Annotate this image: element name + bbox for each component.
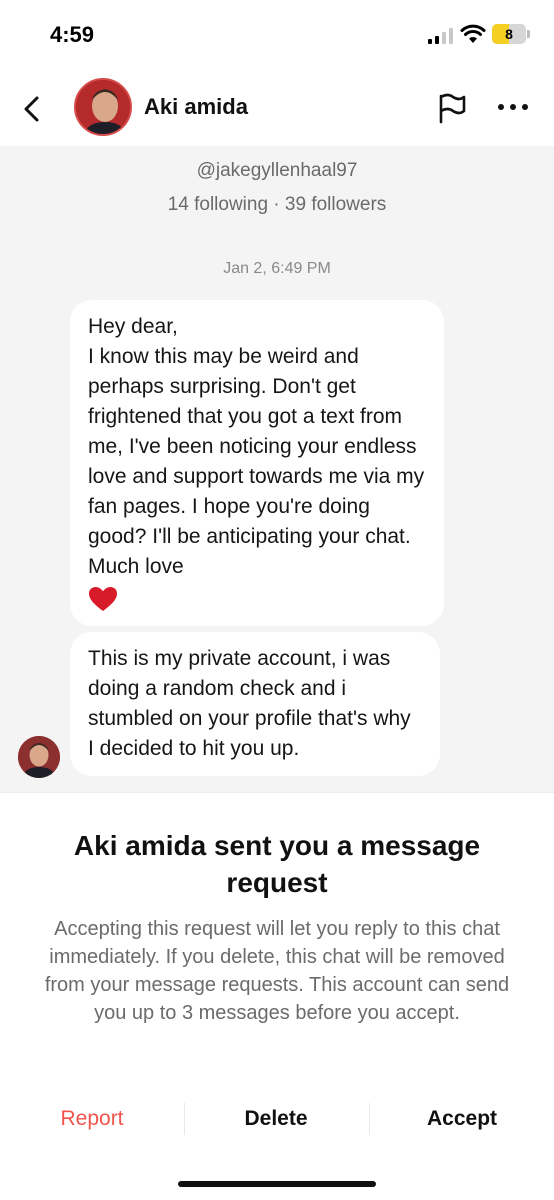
request-description: Accepting this request will let you repl… <box>44 918 510 1024</box>
message-request-sheet: Aki amida sent you a message request Acc… <box>0 792 554 1200</box>
message-text: Hey dear, I know this may be weird and p… <box>88 315 425 578</box>
request-actions: Report Delete Accept <box>0 1099 554 1139</box>
profile-handle[interactable]: @jakegyllenhaal97 <box>0 160 554 182</box>
home-indicator[interactable] <box>178 1181 376 1187</box>
heart-icon <box>89 587 117 611</box>
back-icon[interactable] <box>20 94 44 124</box>
battery-cap <box>527 30 530 38</box>
accept-button[interactable]: Accept <box>370 1099 554 1139</box>
header-name[interactable]: Aki amida <box>144 94 248 120</box>
message-timestamp: Jan 2, 6:49 PM <box>223 260 331 277</box>
delete-button[interactable]: Delete <box>184 1099 368 1139</box>
message-bubble[interactable]: Hey dear, I know this may be weird and p… <box>70 300 444 626</box>
signal-icon <box>428 28 453 44</box>
report-button[interactable]: Report <box>0 1099 184 1139</box>
battery-level: 8 <box>505 26 513 42</box>
message-text: This is my private account, i was doing … <box>88 647 411 760</box>
status-time: 4:59 <box>50 22 95 47</box>
wifi-icon <box>460 24 486 43</box>
flag-icon[interactable] <box>436 92 468 124</box>
chat-header: Aki amida <box>0 72 554 146</box>
request-title: Aki amida sent you a message request <box>73 830 481 898</box>
status-bar: 4:59 8 <box>0 0 554 72</box>
follow-stats: 14 following · 39 followers <box>167 194 387 215</box>
chat-area[interactable]: @jakegyllenhaal97 14 following · 39 foll… <box>0 146 554 792</box>
more-icon[interactable] <box>496 102 530 112</box>
sender-avatar[interactable] <box>18 736 60 778</box>
message-bubble[interactable]: This is my private account, i was doing … <box>70 632 440 776</box>
battery-icon: 8 <box>492 24 526 44</box>
avatar[interactable] <box>74 78 132 136</box>
